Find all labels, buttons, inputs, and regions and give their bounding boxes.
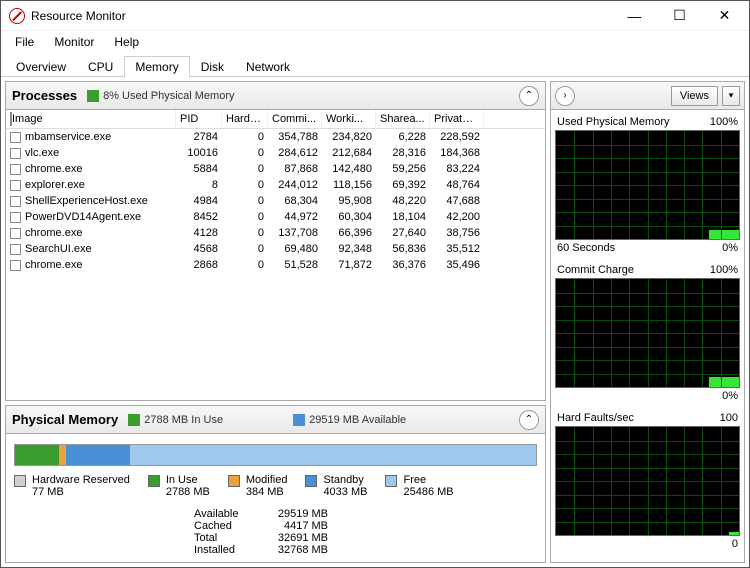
views-dropdown-button[interactable]: ▾ — [722, 86, 740, 106]
menu-file[interactable]: File — [5, 33, 44, 51]
col-image[interactable]: Image — [6, 110, 176, 128]
inuse-icon — [128, 414, 140, 426]
row-checkbox[interactable] — [10, 260, 21, 271]
table-header: Image PID Hard F... Commi... Worki... Sh… — [6, 110, 545, 129]
resource-monitor-window: Resource Monitor — ☐ ✕ File Monitor Help… — [0, 0, 750, 568]
views-button[interactable]: Views — [671, 86, 718, 106]
table-row[interactable]: SearchUI.exe4568069,48092,34856,83635,51… — [6, 241, 545, 257]
left-column: Processes 8% Used Physical Memory ⌃ Imag… — [5, 81, 546, 563]
graph-hardfaults: Hard Faults/sec100 0 — [555, 410, 740, 552]
right-toolbar: › Views ▾ — [551, 82, 744, 110]
table-row[interactable]: explorer.exe80244,012118,15669,39248,764 — [6, 177, 545, 193]
graph-canvas-commit — [555, 278, 740, 388]
tab-memory[interactable]: Memory — [124, 56, 189, 77]
titlebar[interactable]: Resource Monitor — ☐ ✕ — [1, 1, 749, 31]
collapse-processes-button[interactable]: ⌃ — [519, 86, 539, 106]
graph-canvas-upm — [555, 130, 740, 240]
tab-network[interactable]: Network — [235, 56, 301, 77]
row-checkbox[interactable] — [10, 180, 21, 191]
table-row[interactable]: chrome.exe41280137,70866,39627,64038,756 — [6, 225, 545, 241]
legend-free: Free25486 MB — [385, 474, 453, 498]
membar-free — [130, 445, 536, 465]
collapse-physical-button[interactable]: ⌃ — [519, 410, 539, 430]
graphs-pane[interactable]: Used Physical Memory100% 60 Seconds0% Co… — [551, 110, 744, 562]
app-icon — [9, 8, 25, 24]
memory-legend: Hardware Reserved77 MB In Use2788 MB Mod… — [14, 474, 537, 498]
table-row[interactable]: chrome.exe5884087,868142,48059,25683,224 — [6, 161, 545, 177]
col-pid[interactable]: PID — [176, 110, 222, 128]
processes-summary-text: 8% Used Physical Memory — [103, 90, 234, 102]
row-checkbox[interactable] — [10, 196, 21, 207]
menu-monitor[interactable]: Monitor — [44, 33, 104, 51]
inuse-summary: 2788 MB In Use — [128, 414, 223, 426]
row-checkbox[interactable] — [10, 132, 21, 143]
tab-disk[interactable]: Disk — [190, 56, 235, 77]
content-area: Processes 8% Used Physical Memory ⌃ Imag… — [1, 77, 749, 567]
physical-memory-header[interactable]: Physical Memory 2788 MB In Use 29519 MB … — [6, 406, 545, 434]
row-checkbox[interactable] — [10, 164, 21, 175]
legend-hardware: Hardware Reserved77 MB — [14, 474, 130, 498]
row-checkbox[interactable] — [10, 148, 21, 159]
col-working[interactable]: Worki... — [322, 110, 376, 128]
col-hardfaults[interactable]: Hard F... — [222, 110, 268, 128]
membar-standby — [66, 445, 130, 465]
tabbar: Overview CPU Memory Disk Network — [1, 53, 749, 77]
hide-pane-button[interactable]: › — [555, 86, 575, 106]
window-title: Resource Monitor — [31, 9, 612, 23]
table-row[interactable]: ShellExperienceHost.exe4984068,30495,908… — [6, 193, 545, 209]
memory-stats: Available29519 MB Cached4417 MB Total326… — [194, 508, 537, 556]
physical-memory-panel: Physical Memory 2788 MB In Use 29519 MB … — [5, 405, 546, 563]
membar-inuse — [15, 445, 59, 465]
maximize-button[interactable]: ☐ — [657, 2, 702, 30]
col-shareable[interactable]: Sharea... — [376, 110, 430, 128]
processes-summary: 8% Used Physical Memory — [87, 90, 234, 102]
legend-standby: Standby4033 MB — [305, 474, 367, 498]
col-commit[interactable]: Commi... — [268, 110, 322, 128]
memory-bar — [14, 444, 537, 466]
row-checkbox[interactable] — [10, 244, 21, 255]
graph-commit: Commit Charge100% 0% — [555, 262, 740, 404]
legend-inuse: In Use2788 MB — [148, 474, 210, 498]
available-icon — [293, 414, 305, 426]
tab-cpu[interactable]: CPU — [77, 56, 124, 77]
menu-help[interactable]: Help — [104, 33, 149, 51]
physical-title: Physical Memory — [12, 412, 118, 427]
table-row[interactable]: mbamservice.exe27840354,788234,8206,2282… — [6, 129, 545, 145]
col-private[interactable]: Private ... — [430, 110, 484, 128]
row-checkbox[interactable] — [10, 228, 21, 239]
used-memory-icon — [87, 90, 99, 102]
row-checkbox[interactable] — [10, 212, 21, 223]
physical-body: Hardware Reserved77 MB In Use2788 MB Mod… — [6, 434, 545, 562]
processes-header[interactable]: Processes 8% Used Physical Memory ⌃ — [6, 82, 545, 110]
graph-used-physical: Used Physical Memory100% 60 Seconds0% — [555, 114, 740, 256]
right-column: › Views ▾ Used Physical Memory100% 60 Se… — [550, 81, 745, 563]
minimize-button[interactable]: — — [612, 2, 657, 30]
window-controls: — ☐ ✕ — [612, 2, 747, 30]
legend-modified: Modified384 MB — [228, 474, 288, 498]
available-summary: 29519 MB Available — [293, 414, 406, 426]
table-row[interactable]: vlc.exe100160284,612212,68428,316184,368 — [6, 145, 545, 161]
graph-canvas-hf — [555, 426, 740, 536]
tab-overview[interactable]: Overview — [5, 56, 77, 77]
processes-table[interactable]: Image PID Hard F... Commi... Worki... Sh… — [6, 110, 545, 400]
table-row[interactable]: chrome.exe2868051,52871,87236,37635,496 — [6, 257, 545, 273]
processes-title: Processes — [12, 88, 77, 103]
table-row[interactable]: PowerDVD14Agent.exe8452044,97260,30418,1… — [6, 209, 545, 225]
processes-panel: Processes 8% Used Physical Memory ⌃ Imag… — [5, 81, 546, 401]
menubar: File Monitor Help — [1, 31, 749, 53]
close-button[interactable]: ✕ — [702, 2, 747, 30]
